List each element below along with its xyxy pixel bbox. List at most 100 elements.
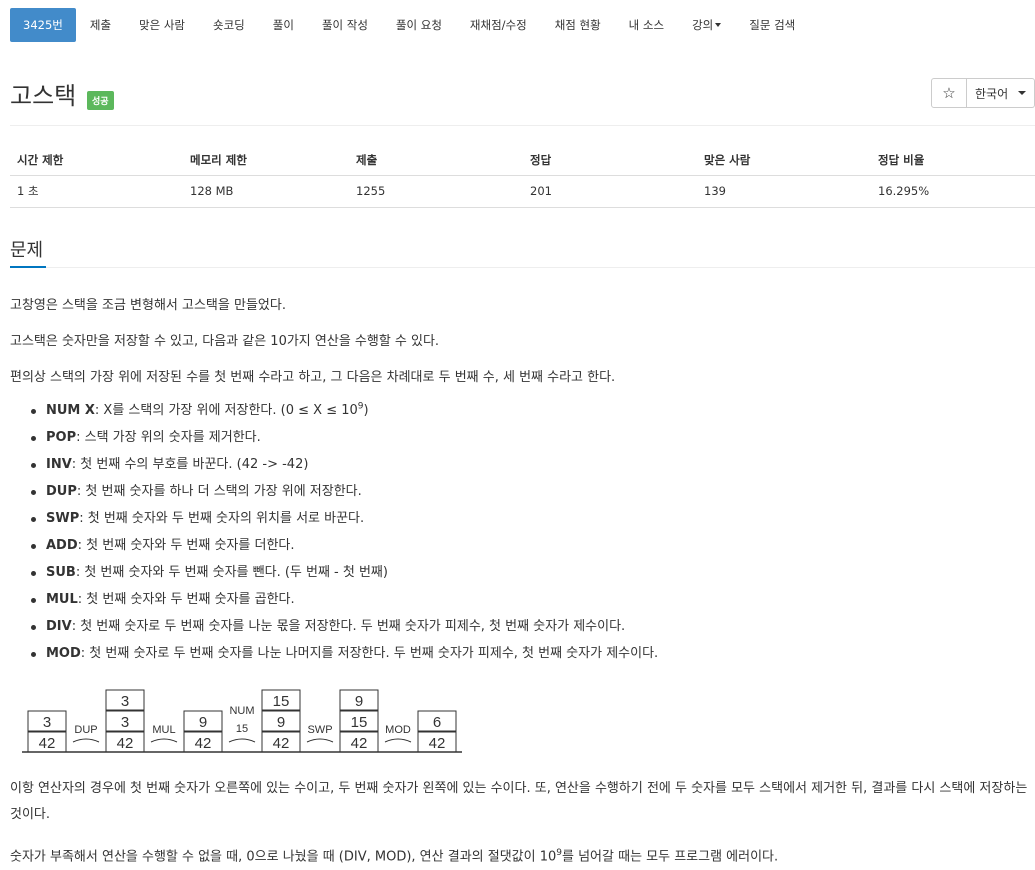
op-name: INV	[46, 457, 72, 472]
header-accepted: 정답	[523, 146, 697, 176]
op-desc: : 첫 번째 숫자를 하나 더 스택의 가장 위에 저장한다.	[76, 484, 362, 499]
tab-status[interactable]: 채점 현황	[541, 8, 615, 42]
header-accept-ratio: 정답 비율	[871, 146, 1035, 176]
p5-post: 를 넘어갈 때는 모두 프로그램 에러이다.	[562, 849, 779, 865]
tab-problem-label: 3425번	[23, 18, 63, 32]
tab-request-solution[interactable]: 풀이 요청	[382, 8, 456, 42]
list-item: SWP: 첫 번째 숫자와 두 번째 숫자의 위치를 서로 바꾼다.	[10, 508, 658, 535]
op-tail: )	[363, 403, 369, 418]
description-paragraph-4: 이항 연산자의 경우에 첫 번째 숫자가 오른쪽에 있는 수이고, 두 번째 숫…	[10, 781, 1028, 822]
stack-diagram: 3 42 3 3 42 9 42 15 9 42 9 15 42 6 42 DU…	[22, 689, 462, 753]
op-desc: : 첫 번째 숫자와 두 번째 숫자를 더한다.	[77, 538, 295, 553]
stack-cell: 9	[199, 714, 207, 731]
star-button[interactable]: ☆	[931, 78, 967, 108]
op-desc: : 첫 번째 숫자와 두 번째 숫자를 뺀다. (두 번째 - 첫 번째)	[75, 565, 388, 580]
tab-correct-users[interactable]: 맞은 사람	[125, 8, 199, 42]
list-item: DIV: 첫 번째 숫자로 두 번째 숫자를 나눈 몫을 저장한다. 두 번째 …	[10, 616, 658, 643]
tab-my-source[interactable]: 내 소스	[615, 8, 678, 42]
op-desc: : 첫 번째 숫자로 두 번째 숫자를 나눈 몫을 저장한다. 두 번째 숫자가…	[71, 619, 626, 634]
op-desc: : 첫 번째 숫자와 두 번째 숫자를 곱한다.	[77, 592, 295, 607]
value-accepted: 201	[523, 175, 697, 208]
list-item: MOD: 첫 번째 숫자로 두 번째 숫자를 나눈 나머지를 저장한다. 두 번…	[10, 643, 658, 670]
list-item: SUB: 첫 번째 숫자와 두 번째 숫자를 뺀다. (두 번째 - 첫 번째)	[10, 562, 658, 589]
stack-cell: 15	[273, 693, 290, 710]
list-item: ADD: 첫 번째 숫자와 두 번째 숫자를 더한다.	[10, 535, 658, 562]
header-solved-users: 맞은 사람	[697, 146, 871, 176]
op-desc: : 첫 번째 숫자와 두 번째 숫자의 위치를 서로 바꾼다.	[79, 511, 365, 526]
tab-solutions-label: 풀이	[272, 18, 294, 32]
stack-cell: 42	[429, 735, 446, 752]
stack-cell: 42	[351, 735, 368, 752]
op-name: DIV	[46, 619, 72, 634]
value-accept-ratio: 16.295%	[871, 175, 1035, 208]
op-desc: : 스택 가장 위의 숫자를 제거한다.	[76, 430, 261, 445]
problem-title-row: 고스택 성공 ☆ 한국어	[10, 76, 1035, 126]
op-label-num: NUM	[229, 705, 254, 717]
stack-cell: 42	[117, 735, 134, 752]
problem-info-table: 시간 제한 메모리 제한 제출 정답 맞은 사람 정답 비율 1 초 128 M…	[10, 146, 1035, 208]
header-memory-limit: 메모리 제한	[183, 146, 349, 176]
tab-short-coding-label: 숏코딩	[213, 18, 245, 32]
tab-correct-users-label: 맞은 사람	[139, 18, 186, 32]
tab-submit-label: 제출	[89, 18, 112, 32]
tab-problem[interactable]: 3425번	[10, 8, 76, 42]
language-label: 한국어	[975, 86, 1009, 101]
stack-cell: 6	[433, 714, 441, 731]
description-paragraph-3: 편의상 스택의 가장 위에 저장된 수를 첫 번째 수라고 하고, 그 다음은 …	[10, 370, 616, 385]
list-item: NUM X: X를 스택의 가장 위에 저장한다. (0 ≤ X ≤ 109)	[10, 400, 658, 427]
tab-my-source-label: 내 소스	[628, 18, 665, 32]
tab-question-search[interactable]: 질문 검색	[735, 8, 809, 42]
stack-cell: 15	[351, 714, 368, 731]
problem-nav: 3425번 제출 맞은 사람 숏코딩 풀이 풀이 작성 풀이 요청 재채점/수정…	[10, 8, 809, 42]
caret-down-icon	[1018, 91, 1027, 95]
stack-cell: 9	[355, 693, 363, 710]
header-submissions: 제출	[349, 146, 523, 176]
op-name: POP	[46, 430, 77, 445]
p5-pre: 숫자가 부족해서 연산을 수행할 수 없을 때, 0으로 나눴을 때 (DIV,…	[10, 849, 557, 865]
value-solved-users: 139	[697, 175, 871, 208]
stack-cell: 3	[43, 714, 51, 731]
info-header-row: 시간 제한 메모리 제한 제출 정답 맞은 사람 정답 비율	[10, 146, 1035, 176]
info-value-row: 1 초 128 MB 1255 201 139 16.295%	[10, 175, 1035, 208]
star-icon: ☆	[942, 84, 956, 102]
operation-list: NUM X: X를 스택의 가장 위에 저장한다. (0 ≤ X ≤ 109) …	[10, 400, 658, 670]
chevron-down-icon	[715, 23, 722, 27]
list-item: MUL: 첫 번째 숫자와 두 번째 숫자를 곱한다.	[10, 589, 658, 616]
stack-cell: 9	[277, 714, 285, 731]
description-paragraph-2: 고스택은 숫자만을 저장할 수 있고, 다음과 같은 10가지 연산을 수행할 …	[10, 334, 440, 349]
stack-cell: 42	[39, 735, 56, 752]
tab-status-label: 채점 현황	[554, 18, 601, 32]
list-item: DUP: 첫 번째 숫자를 하나 더 스택의 가장 위에 저장한다.	[10, 481, 658, 508]
header-time-limit: 시간 제한	[10, 146, 183, 176]
tab-lectures[interactable]: 강의	[678, 8, 735, 42]
tab-write-solution[interactable]: 풀이 작성	[308, 8, 382, 42]
stack-cell: 42	[273, 735, 290, 752]
tab-write-solution-label: 풀이 작성	[321, 18, 368, 32]
value-memory-limit: 128 MB	[183, 175, 349, 208]
description-paragraph-1: 고창영은 스택을 조금 변형해서 고스택을 만들었다.	[10, 298, 286, 313]
language-dropdown[interactable]: 한국어	[967, 78, 1035, 108]
op-name: SWP	[46, 511, 80, 526]
op-label-swp: SWP	[307, 724, 332, 736]
tab-rejudge[interactable]: 재채점/수정	[456, 8, 541, 42]
description-paragraph-5: 숫자가 부족해서 연산을 수행할 수 없을 때, 0으로 나눴을 때 (DIV,…	[10, 840, 1030, 870]
op-name: DUP	[46, 484, 77, 499]
op-desc: : 첫 번째 숫자로 두 번째 숫자를 나눈 나머지를 저장한다. 두 번째 숫…	[80, 646, 659, 661]
section-accent-line	[10, 266, 46, 268]
tab-submit[interactable]: 제출	[76, 8, 125, 42]
section-divider	[10, 267, 1035, 268]
op-name: SUB	[46, 565, 76, 580]
op-name: NUM X	[46, 403, 95, 418]
op-label-mod: MOD	[385, 724, 411, 736]
tab-rejudge-label: 재채점/수정	[469, 18, 527, 32]
op-desc: : 첫 번째 수의 부호를 바꾼다. (42 -> -42)	[71, 457, 309, 472]
stack-cell: 3	[121, 714, 129, 731]
stack-cell: 42	[195, 735, 212, 752]
tab-short-coding[interactable]: 숏코딩	[199, 8, 259, 42]
list-item: POP: 스택 가장 위의 숫자를 제거한다.	[10, 427, 658, 454]
stack-cell: 3	[121, 693, 129, 710]
value-time-limit: 1 초	[10, 175, 183, 208]
tab-solutions[interactable]: 풀이	[259, 8, 308, 42]
op-label-mul: MUL	[152, 724, 175, 736]
status-badge: 성공	[87, 91, 114, 110]
